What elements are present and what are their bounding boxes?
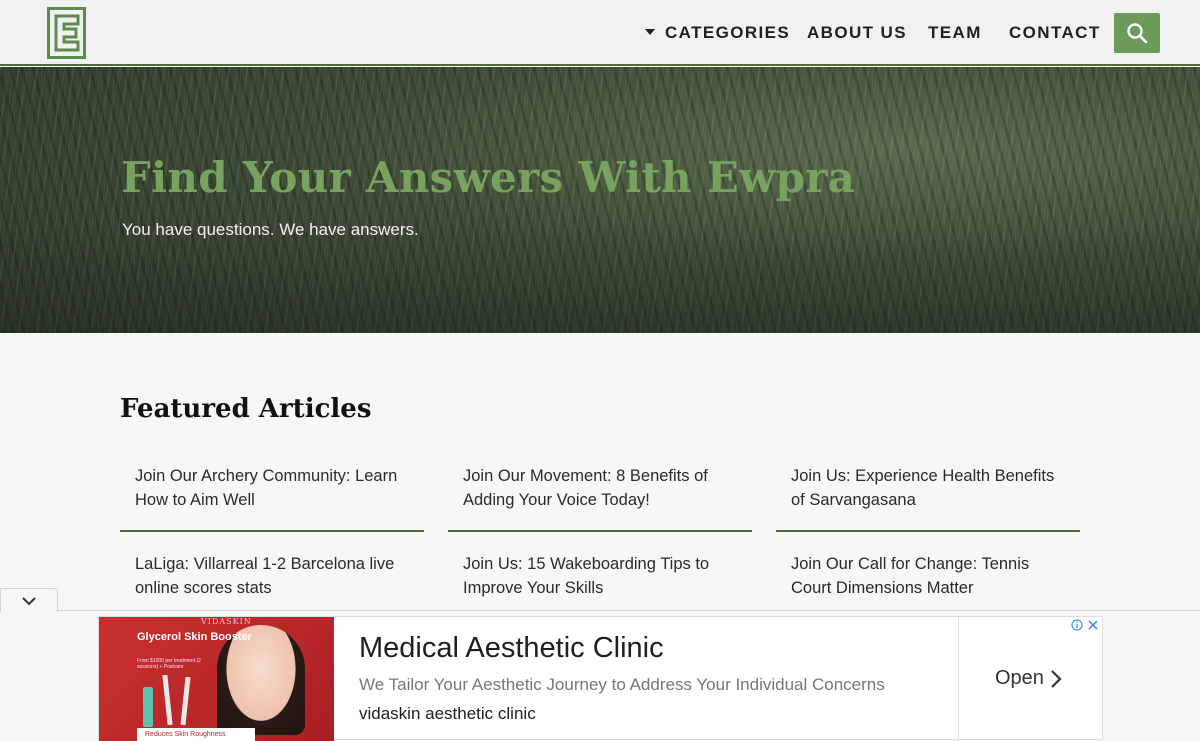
article-card[interactable]: Join Us: Experience Health Benefits of S… xyxy=(776,462,1080,532)
ad-product-pen xyxy=(162,674,173,726)
ad-product-pen xyxy=(180,676,191,726)
ad-image-brand: VIDASKIN xyxy=(201,617,252,626)
nav-team[interactable]: TEAM xyxy=(928,23,982,43)
ad-product-bottle xyxy=(143,687,153,727)
ewpra-logo-icon[interactable] xyxy=(47,7,86,59)
site-header: CATEGORIES ABOUT US TEAM CONTACT xyxy=(0,0,1200,66)
ad-description: We Tailor Your Aesthetic Journey to Addr… xyxy=(359,675,885,694)
nav-categories-label: CATEGORIES xyxy=(665,23,791,42)
ad-open-button[interactable]: Open xyxy=(995,667,1044,690)
nav-about-us[interactable]: ABOUT US xyxy=(807,23,907,43)
hero-subtitle: You have questions. We have answers. xyxy=(122,220,419,239)
chevron-right-icon[interactable] xyxy=(1049,669,1063,689)
ad-image-promo-title: Glycerol Skin Booster xyxy=(137,631,252,643)
ad-info-icon[interactable] xyxy=(1071,619,1083,631)
search-button[interactable] xyxy=(1114,13,1160,53)
ad-banner[interactable]: VIDASKIN Glycerol Skin Booster From $100… xyxy=(98,616,1103,741)
ad-image[interactable]: VIDASKIN Glycerol Skin Booster From $100… xyxy=(99,617,334,741)
featured-articles-heading: Featured Articles xyxy=(120,394,372,424)
article-title: Join Our Movement: 8 Benefits of Adding … xyxy=(463,467,708,509)
search-icon xyxy=(1127,23,1148,44)
ad-image-promo-detail: From $1000 per treatment (2 sessions) + … xyxy=(137,658,201,670)
chevron-down-icon xyxy=(22,597,36,606)
ad-image-tag: Reduces Skin Roughness xyxy=(137,728,255,741)
ad-divider xyxy=(958,617,959,741)
nav-categories[interactable]: CATEGORIES xyxy=(645,23,790,43)
hero-banner: Find Your Answers With Ewpra You have qu… xyxy=(0,67,1200,333)
caret-down-icon xyxy=(645,29,655,35)
article-title: Join Us: Experience Health Benefits of S… xyxy=(791,467,1055,509)
nav-contact[interactable]: CONTACT xyxy=(1009,23,1101,43)
article-card[interactable]: Join Our Movement: 8 Benefits of Adding … xyxy=(448,462,752,532)
article-title: LaLiga: Villarreal 1-2 Barcelona live on… xyxy=(135,555,395,597)
article-card[interactable]: Join Our Archery Community: Learn How to… xyxy=(120,462,424,532)
hero-title: Find Your Answers With Ewpra xyxy=(121,153,856,202)
article-title: Join Our Call for Change: Tennis Court D… xyxy=(791,555,1030,597)
article-title: Join Us: 15 Wakeboarding Tips to Improve… xyxy=(463,555,710,597)
ad-collapse-button[interactable] xyxy=(0,588,58,612)
ad-source: vidaskin aesthetic clinic xyxy=(359,704,536,723)
article-title: Join Our Archery Community: Learn How to… xyxy=(135,467,398,509)
ad-headline[interactable]: Medical Aesthetic Clinic xyxy=(359,632,664,665)
ad-close-icon[interactable] xyxy=(1087,619,1099,631)
